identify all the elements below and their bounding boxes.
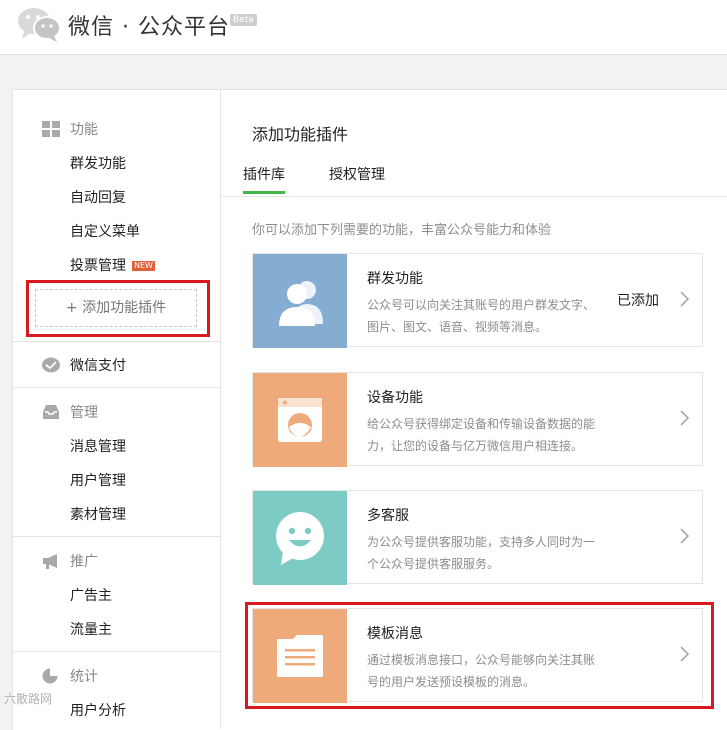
- grid-icon: [42, 121, 60, 137]
- plugin-card-device[interactable]: 设备功能 给公众号获得绑定设备和传输设备数据的能力，让您的设备与亿万微信用户相连…: [252, 372, 703, 467]
- chevron-right-icon[interactable]: [679, 527, 691, 545]
- new-badge: NEW: [132, 261, 155, 271]
- divider: [12, 536, 220, 537]
- sidebar-item-custom-menu[interactable]: 自定义菜单: [70, 221, 140, 241]
- tab-bar: 插件库 授权管理: [221, 158, 727, 197]
- sidebar-item-advertiser[interactable]: 广告主: [70, 585, 112, 605]
- top-header: 微信 · 公众平台 Beta: [0, 0, 727, 55]
- section-title: 统计: [70, 669, 98, 685]
- inbox-icon: [43, 405, 59, 419]
- brand-title[interactable]: 微信 · 公众平台: [68, 9, 230, 41]
- plugin-status: 已添加: [617, 293, 659, 309]
- divider: [12, 341, 220, 342]
- sidebar-item-traffic[interactable]: 流量主: [70, 619, 112, 639]
- plugin-title: 多客服: [367, 508, 409, 524]
- page-title: 添加功能插件: [252, 125, 349, 144]
- sidebar-item-mass-send[interactable]: 群发功能: [70, 153, 126, 173]
- plugin-card-customer-service[interactable]: 多客服 为公众号提供客服功能，支持多人同时为一个公众号提供客服服务。: [252, 490, 703, 585]
- users-icon: [279, 281, 323, 326]
- section-title: 功能: [70, 122, 98, 138]
- highlight-box-add-plugin: [26, 280, 210, 337]
- sidebar-item-users[interactable]: 用户管理: [70, 470, 126, 490]
- sidebar-item-auto-reply[interactable]: 自动回复: [70, 187, 126, 207]
- sidebar-item-label: 投票管理: [70, 258, 126, 274]
- chevron-right-icon[interactable]: [679, 290, 691, 308]
- plugin-card-mass-send[interactable]: 群发功能 公众号可以向关注其账号的用户群发文字、图片、图文、语音、视频等消息。 …: [252, 253, 703, 348]
- tab-authorization[interactable]: 授权管理: [329, 164, 385, 184]
- smiley-chat-icon: [276, 512, 324, 565]
- divider: [12, 651, 220, 652]
- megaphone-icon: [43, 554, 57, 569]
- plugin-tile: [253, 373, 347, 467]
- chevron-right-icon[interactable]: [679, 409, 691, 427]
- beta-badge: Beta: [230, 14, 257, 26]
- wechat-pay-icon: [42, 357, 60, 373]
- plugin-description: 公众号可以向关注其账号的用户群发文字、图片、图文、语音、视频等消息。: [367, 298, 596, 334]
- section-title: 管理: [70, 405, 98, 421]
- device-icon: [278, 398, 322, 442]
- highlight-box-template-message: [245, 602, 714, 709]
- plugin-title: 群发功能: [367, 271, 423, 287]
- sidebar: 功能 群发功能 自动回复 自定义菜单 投票管理 NEW + 添加功能插件 微信支付…: [12, 89, 221, 729]
- sidebar-item-user-analysis[interactable]: 用户分析: [70, 700, 126, 720]
- sidebar-item-vote[interactable]: 投票管理 NEW: [70, 255, 155, 275]
- tab-plugin-library[interactable]: 插件库: [243, 164, 285, 194]
- plugin-description: 给公众号获得绑定设备和传输设备数据的能力，让您的设备与亿万微信用户相连接。: [367, 417, 596, 453]
- divider: [12, 387, 220, 388]
- plugin-tile: [253, 491, 347, 585]
- watermark: 六散路网: [4, 692, 53, 706]
- sidebar-item-messages[interactable]: 消息管理: [70, 436, 126, 456]
- plugin-tile: [253, 254, 347, 348]
- wechat-logo-icon[interactable]: [16, 6, 62, 42]
- page-description: 你可以添加下列需要的功能，丰富公众号能力和体验: [252, 223, 552, 238]
- sidebar-item-materials[interactable]: 素材管理: [70, 504, 126, 524]
- section-title: 推广: [70, 554, 98, 570]
- section-title: 微信支付: [70, 358, 126, 374]
- plugin-description: 为公众号提供客服功能，支持多人同时为一个公众号提供客服服务。: [367, 535, 596, 571]
- pie-chart-icon: [42, 668, 58, 684]
- plugin-title: 设备功能: [367, 390, 423, 406]
